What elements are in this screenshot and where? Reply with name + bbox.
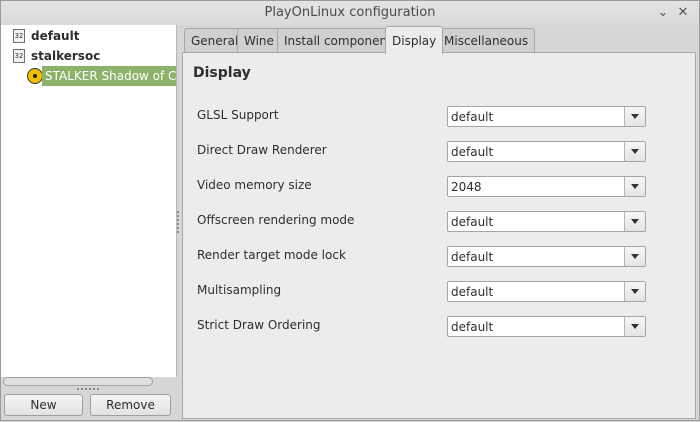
tree-item-stalkersoc[interactable]: 32 stalkersoc: [13, 46, 173, 66]
chevron-down-icon[interactable]: [624, 142, 645, 161]
offscreen-rendering-mode-value: default: [451, 215, 494, 229]
radiation-icon: [27, 68, 43, 84]
chevron-down-icon[interactable]: [624, 107, 645, 126]
render-target-mode-lock-select[interactable]: default: [447, 246, 646, 267]
glsl-support-select[interactable]: default: [447, 106, 646, 127]
glsl-support-label: GLSL Support: [197, 108, 279, 122]
wine-32-icon: 32: [13, 49, 25, 63]
window-title: PlayOnLinux configuration: [264, 5, 436, 20]
render-target-mode-lock-label: Render target mode lock: [197, 248, 346, 262]
left-panel: 32 default 32 stalkersoc STALKER Shadow …: [1, 25, 177, 422]
chevron-down-icon[interactable]: [624, 282, 645, 301]
chevron-down-icon[interactable]: [624, 317, 645, 336]
offscreen-rendering-mode-label: Offscreen rendering mode: [197, 213, 355, 227]
wine-32-icon: 32: [13, 29, 25, 43]
config-window: PlayOnLinux configuration ⌄ ✕ 32 default…: [0, 0, 700, 421]
multisampling-label: Multisampling: [197, 283, 282, 297]
offscreen-rendering-mode-select[interactable]: default: [447, 211, 646, 232]
strict-draw-ordering-select[interactable]: default: [447, 316, 646, 337]
display-panel: Display GLSL Support default Direct Draw…: [182, 52, 696, 419]
multisampling-value: default: [451, 285, 494, 299]
tree-item-label: stalkersoc: [31, 49, 101, 63]
title-bar: PlayOnLinux configuration ⌄ ✕: [1, 1, 699, 25]
tab-wine[interactable]: Wine: [237, 28, 281, 53]
remove-button[interactable]: Remove: [90, 394, 171, 416]
render-target-mode-lock-value: default: [451, 250, 494, 264]
new-button[interactable]: New: [4, 394, 83, 416]
strict-draw-ordering-value: default: [451, 320, 494, 334]
video-memory-size-label: Video memory size: [197, 178, 312, 192]
tab-miscellaneous[interactable]: Miscellaneous: [437, 28, 536, 53]
tree-item-label: default: [31, 29, 80, 43]
video-memory-size-value: 2048: [451, 180, 482, 194]
prefix-tree: 32 default 32 stalkersoc STALKER Shadow …: [1, 25, 177, 377]
direct-draw-renderer-select[interactable]: default: [447, 141, 646, 162]
minimize-button[interactable]: ⌄: [653, 1, 673, 25]
tab-display[interactable]: Display: [385, 26, 444, 54]
resize-grip-icon[interactable]: [77, 388, 99, 391]
chevron-down-icon[interactable]: [624, 212, 645, 231]
multisampling-select[interactable]: default: [447, 281, 646, 302]
glsl-support-value: default: [451, 110, 494, 124]
video-memory-size-select[interactable]: 2048: [447, 176, 646, 197]
tree-item-stalker[interactable]: STALKER Shadow of Chernobyl: [26, 66, 176, 86]
close-button[interactable]: ✕: [673, 1, 693, 25]
panel-title: Display: [193, 65, 251, 81]
direct-draw-renderer-value: default: [451, 145, 494, 159]
splitter-grip-icon[interactable]: [177, 211, 180, 233]
strict-draw-ordering-label: Strict Draw Ordering: [197, 318, 321, 332]
tree-item-label: STALKER Shadow of Chernobyl: [42, 66, 176, 86]
horizontal-scrollbar[interactable]: [3, 377, 153, 386]
direct-draw-renderer-label: Direct Draw Renderer: [197, 143, 327, 157]
chevron-down-icon[interactable]: [624, 247, 645, 266]
tree-item-default[interactable]: 32 default: [13, 26, 173, 46]
chevron-down-icon[interactable]: [624, 177, 645, 196]
